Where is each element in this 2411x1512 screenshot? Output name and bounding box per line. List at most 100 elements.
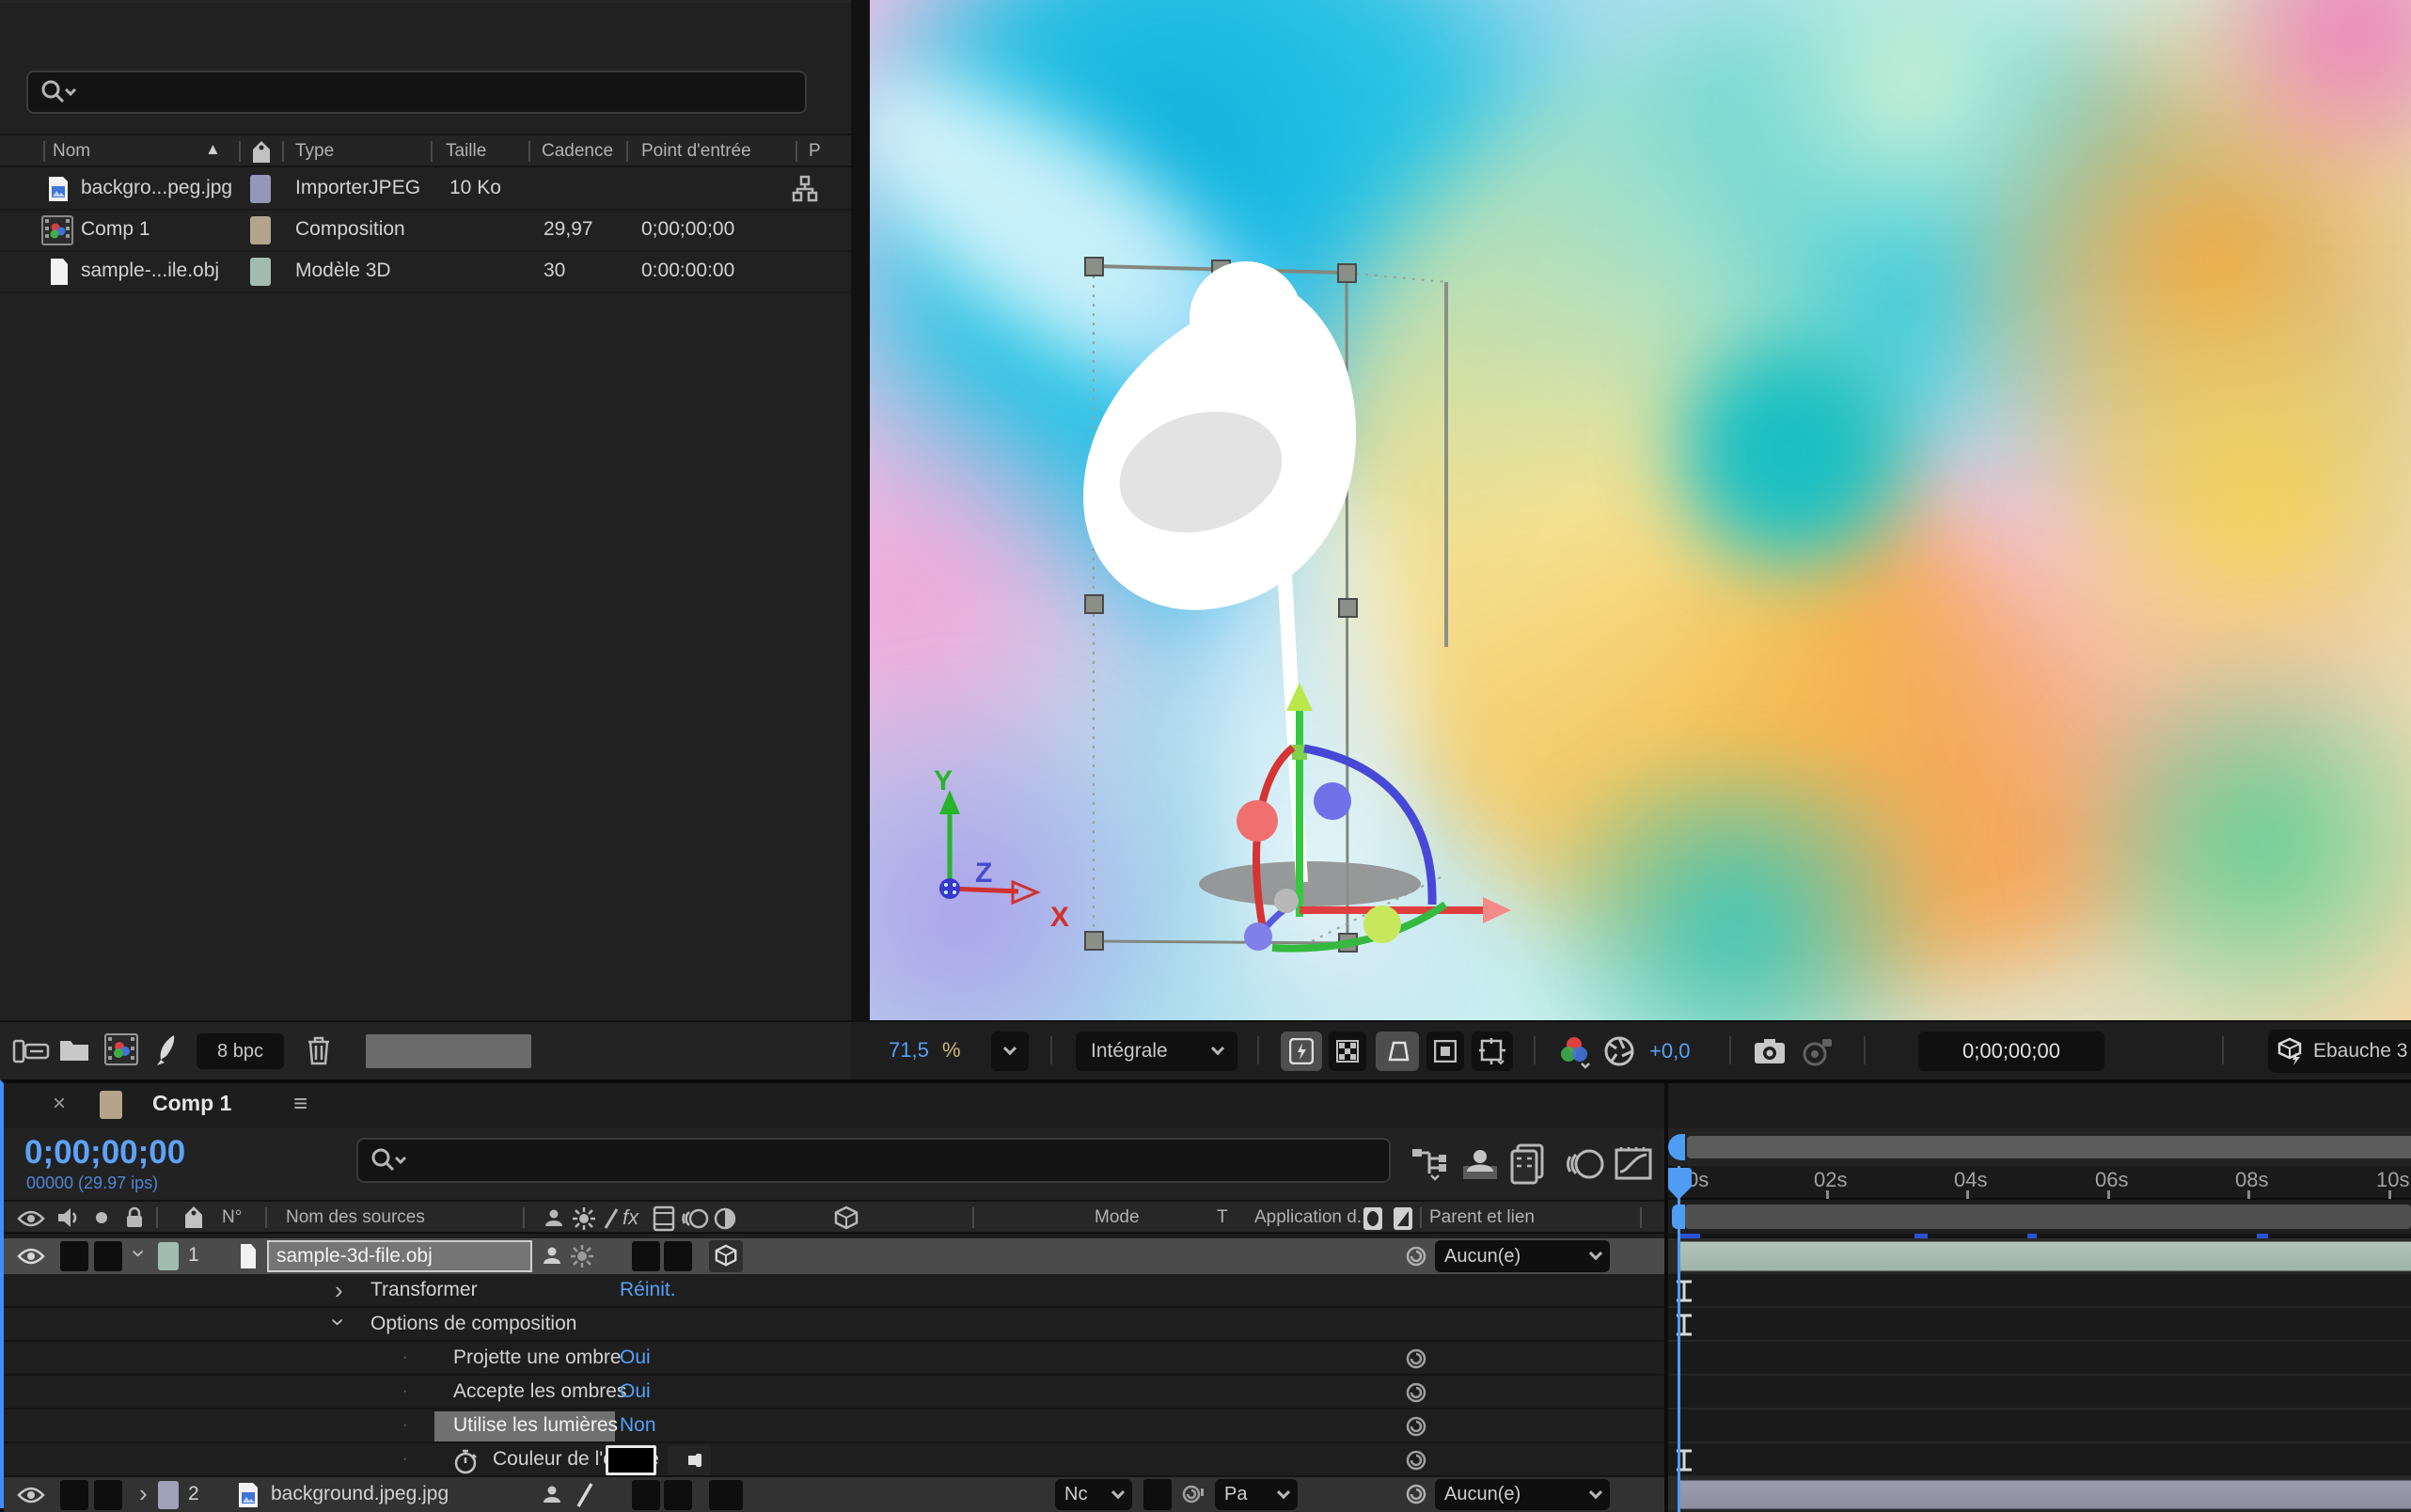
prop-label[interactable]: Projette une ombre [453, 1347, 622, 1369]
adjustment-layer-icon[interactable] [713, 1206, 737, 1231]
prop-row-use-lights[interactable]: · Utilise les lumières Non [4, 1410, 1668, 1443]
motion-blur-icon[interactable] [681, 1207, 709, 1230]
column-nom[interactable]: Nom [53, 141, 90, 162]
prop-label[interactable]: Transformer [370, 1279, 478, 1301]
track-row[interactable] [1668, 1274, 2411, 1308]
work-area-bar[interactable] [1685, 1205, 2411, 1229]
label-color-chip[interactable] [250, 175, 271, 203]
panel-divider[interactable] [851, 0, 870, 1079]
prop-label[interactable]: Options de composition [370, 1313, 576, 1335]
3d-switch-cell[interactable] [709, 1480, 743, 1510]
column-application[interactable]: Application d... [1254, 1207, 1372, 1228]
frame-blend-icon[interactable] [653, 1205, 675, 1232]
parent-pickwhip-icon[interactable] [1405, 1245, 1427, 1268]
timeline-splitter[interactable] [1664, 1083, 1668, 1512]
layer-name[interactable]: background.jpeg.jpg [271, 1483, 449, 1505]
label-tag-icon[interactable] [182, 1205, 205, 1231]
preview-timecode[interactable]: 0;00;00;00 [1918, 1032, 2104, 1071]
audio-cell[interactable] [60, 1241, 88, 1271]
prop-row-shadow-color[interactable]: · Couleur de l'ombre [4, 1443, 1668, 1477]
panel-menu-icon[interactable]: ≡ [293, 1089, 307, 1118]
navigator-start-handle[interactable] [1668, 1134, 1685, 1160]
stopwatch-icon[interactable] [453, 1447, 478, 1475]
pickwhip-icon[interactable] [1405, 1449, 1427, 1472]
trkmat-pickwhip-icon[interactable] [1181, 1483, 1204, 1505]
layer-row-2[interactable]: › 2 background.jpeg.jpg Nc Pa Au [4, 1477, 1668, 1512]
item-name[interactable]: sample-...ile.obj [81, 260, 219, 282]
shy-icon[interactable] [540, 1484, 564, 1506]
y-rotate-handle[interactable] [1363, 906, 1401, 943]
work-area[interactable] [1668, 1200, 2411, 1234]
interpret-footage-icon[interactable] [12, 1037, 50, 1067]
collapse-chevron[interactable]: › [326, 1318, 351, 1327]
column-overflow[interactable]: P [809, 141, 821, 162]
time-navigator[interactable] [1668, 1128, 2411, 1166]
preserve-transparency-cell[interactable] [1143, 1479, 1172, 1510]
3d-switch-cell[interactable] [709, 1240, 743, 1272]
project-search-input[interactable] [26, 71, 807, 114]
playhead-line[interactable] [1678, 1166, 1680, 1512]
graph-editor-icon[interactable] [1614, 1145, 1653, 1183]
region-of-interest-button[interactable] [1376, 1032, 1419, 1071]
draft-3d-button[interactable]: Ebauche 3 [2268, 1030, 2411, 1073]
mini-flowchart-icon[interactable] [1410, 1145, 1450, 1183]
prop-row-options[interactable]: › Options de composition [4, 1308, 1668, 1342]
label-color-chip[interactable] [250, 258, 271, 286]
effects-cell[interactable] [632, 1480, 660, 1510]
shy-icon[interactable] [540, 1245, 564, 1268]
expand-chevron[interactable]: › [335, 1278, 343, 1302]
guides-button[interactable] [1426, 1032, 1464, 1071]
frame-blend-icon[interactable] [1510, 1143, 1548, 1185]
item-name[interactable]: backgro...peg.jpg [81, 177, 232, 199]
label-tag-icon[interactable] [250, 139, 273, 165]
prop-value-reset[interactable]: Réinit. [620, 1279, 676, 1301]
motion-blur-icon[interactable] [1563, 1147, 1606, 1183]
parent-dropdown[interactable]: Aucun(e) [1435, 1479, 1610, 1510]
pickwhip-icon[interactable] [1405, 1415, 1427, 1438]
track-matte-dropdown[interactable]: Pa [1215, 1479, 1298, 1510]
column-source-name[interactable]: Nom des sources [286, 1207, 425, 1228]
layer-label-chip[interactable] [158, 1481, 179, 1509]
quality-icon[interactable] [575, 1482, 594, 1508]
shadow-color-swatch[interactable] [606, 1445, 656, 1475]
solo-cell[interactable] [94, 1480, 122, 1510]
prop-row-transformer[interactable]: › Transformer Réinit. [4, 1274, 1668, 1308]
prop-value[interactable]: Oui [620, 1380, 651, 1403]
label-color-chip[interactable] [250, 216, 271, 244]
time-ruler[interactable]: 0s 02s 04s 06s 08s 10s [1668, 1166, 2411, 1200]
column-taille[interactable]: Taille [446, 141, 486, 162]
blend-cell[interactable] [664, 1241, 692, 1271]
blend-cell[interactable] [664, 1480, 692, 1510]
transform-gizmo[interactable] [1237, 683, 1511, 951]
layer-visibility-eye-icon[interactable] [17, 1486, 45, 1504]
navigator-bar[interactable] [1687, 1136, 2411, 1158]
x-axis-arrow[interactable] [1483, 897, 1511, 923]
track-row-layer2[interactable] [1668, 1477, 2411, 1512]
column-mode[interactable]: Mode [1095, 1207, 1140, 1228]
column-cadence[interactable]: Cadence [542, 141, 613, 162]
track-row[interactable] [1668, 1410, 2411, 1443]
parent-pickwhip-icon[interactable] [1405, 1483, 1427, 1505]
timeline-search-input[interactable] [356, 1138, 1391, 1183]
track-row[interactable] [1668, 1443, 2411, 1477]
collapse-sun-icon[interactable] [570, 1244, 594, 1268]
transparency-grid-button[interactable] [1329, 1032, 1366, 1071]
sort-arrow-icon[interactable]: ▲ [205, 140, 221, 159]
render-rocket-icon[interactable] [153, 1033, 180, 1067]
audio-cell[interactable] [60, 1480, 88, 1510]
project-item-comp1[interactable]: Comp 1 Composition 29,97 0;00;00;00 [0, 211, 851, 252]
exposure-value[interactable]: +0,0 [1649, 1039, 1690, 1063]
track-matte-icon[interactable] [1392, 1205, 1414, 1232]
tab-comp1[interactable]: Comp 1 [152, 1091, 231, 1116]
3d-layer-icon[interactable] [833, 1205, 859, 1232]
shy-icon[interactable] [542, 1207, 566, 1230]
track-row[interactable] [1668, 1376, 2411, 1410]
tab-close-icon[interactable]: × [53, 1091, 66, 1117]
playhead-head[interactable] [1666, 1168, 1692, 1187]
prop-row-accept-shadow[interactable]: · Accepte les ombres Oui [4, 1376, 1668, 1410]
gizmo-center-handle[interactable] [1274, 889, 1299, 913]
column-trkmat-t[interactable]: T [1217, 1207, 1228, 1228]
x-rotate-handle[interactable] [1237, 800, 1278, 842]
show-snapshot-icon[interactable] [1802, 1035, 1836, 1067]
z-dot-handle[interactable] [1244, 922, 1272, 951]
